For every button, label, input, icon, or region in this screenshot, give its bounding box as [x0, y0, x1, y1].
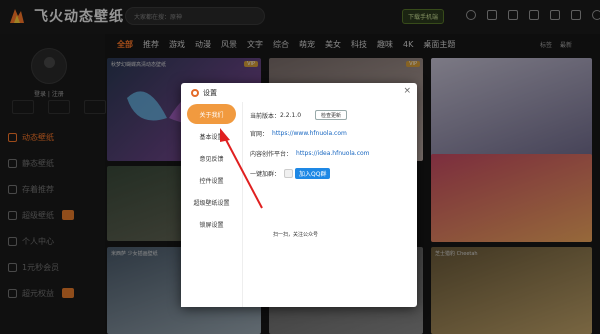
app-window: 飞火动态壁纸 大家都在搜：原神 下载手机端 登录 | 注册 动态壁纸 静态壁纸 …: [0, 0, 600, 334]
annotation-arrow-icon: [220, 128, 263, 209]
